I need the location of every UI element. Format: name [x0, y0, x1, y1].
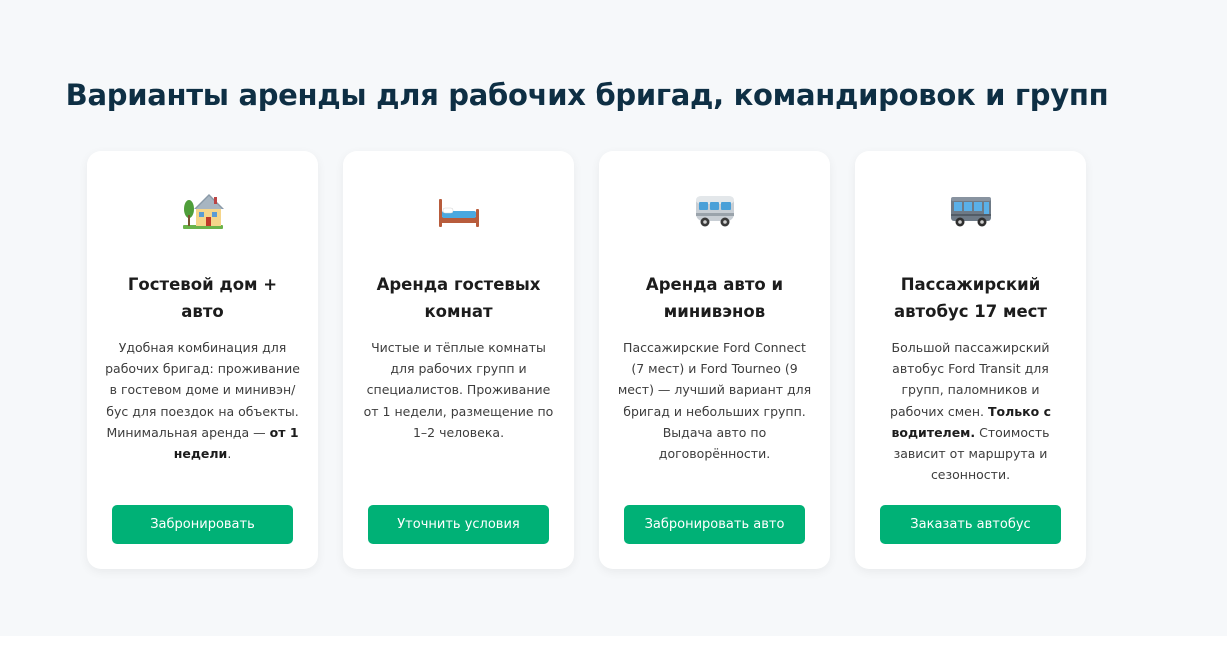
book-car-button[interactable]: Забронировать авто: [624, 505, 805, 544]
card-guesthouse-car: Гостевой дом + авто Удобная комбинация д…: [87, 151, 318, 569]
rental-options-section: Варианты аренды для рабочих бригад, кома…: [0, 0, 1227, 636]
minibus-icon: [599, 189, 830, 231]
card-title: Аренда гостевых комнат: [376, 275, 541, 321]
card-title: Аренда авто и минивэнов: [645, 275, 784, 321]
order-bus-button[interactable]: Заказать автобус: [880, 505, 1061, 544]
clarify-terms-button[interactable]: Уточнить условия: [368, 505, 549, 544]
card-guest-rooms: Аренда гостевых комнат Чистые и тёплые к…: [343, 151, 574, 569]
card-cars-minivans: Аренда авто и минивэнов Пассажирские For…: [599, 151, 830, 569]
bed-icon: [343, 189, 574, 231]
card-description: Удобная комбинация для рабочих бригад: п…: [105, 337, 300, 464]
card-description: Чистые и тёплые комнаты для рабочих груп…: [361, 337, 556, 443]
book-button[interactable]: Забронировать: [112, 505, 293, 544]
house-with-garden-icon: [87, 189, 318, 231]
card-passenger-bus: Пассажирский автобус 17 мест Большой пас…: [855, 151, 1086, 569]
card-description-text: Чистые и тёплые комнаты для рабочих груп…: [363, 340, 554, 440]
card-description-text: .: [227, 446, 232, 462]
card-description: Большой пассажирский автобус Ford Transi…: [873, 337, 1068, 485]
card-title: Пассажирский автобус 17 мест: [893, 275, 1047, 321]
card-description-text: Пассажирские Ford Connect (7 мест) и For…: [617, 340, 812, 462]
card-title: Гостевой дом + авто: [127, 275, 278, 321]
card-description: Пассажирские Ford Connect (7 мест) и For…: [617, 337, 812, 464]
bus-icon: [855, 189, 1086, 231]
section-title: Варианты аренды для рабочих бригад, кома…: [65, 78, 1109, 112]
